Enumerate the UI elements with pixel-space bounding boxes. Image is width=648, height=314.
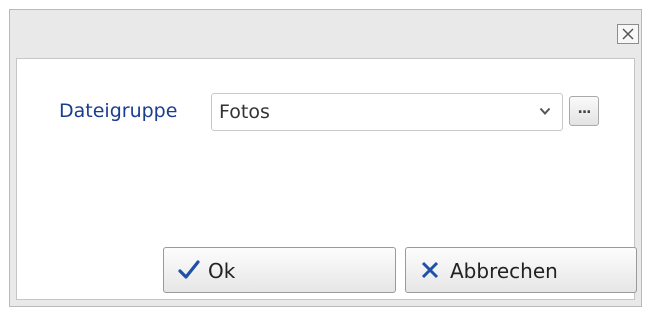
file-group-label: Dateigruppe (59, 100, 178, 122)
dialog-content: Dateigruppe Fotos ... Ok Abbrechen (16, 58, 637, 300)
checkmark-icon (178, 260, 200, 279)
more-button-label: ... (577, 101, 592, 117)
ok-button-label: Ok (208, 259, 236, 283)
dialog-titlebar (10, 10, 641, 58)
file-group-dialog: Dateigruppe Fotos ... Ok Abbrechen (9, 9, 642, 307)
close-button[interactable] (617, 24, 639, 44)
file-group-select[interactable]: Fotos (211, 93, 563, 131)
ok-button[interactable]: Ok (163, 247, 396, 293)
file-group-selected-value: Fotos (219, 101, 270, 123)
cross-icon (421, 261, 439, 279)
cancel-button-label: Abbrechen (450, 259, 558, 283)
browse-file-groups-button[interactable]: ... (569, 96, 599, 126)
cancel-button[interactable]: Abbrechen (405, 247, 637, 293)
chevron-down-icon (539, 107, 551, 115)
close-icon (622, 28, 634, 40)
